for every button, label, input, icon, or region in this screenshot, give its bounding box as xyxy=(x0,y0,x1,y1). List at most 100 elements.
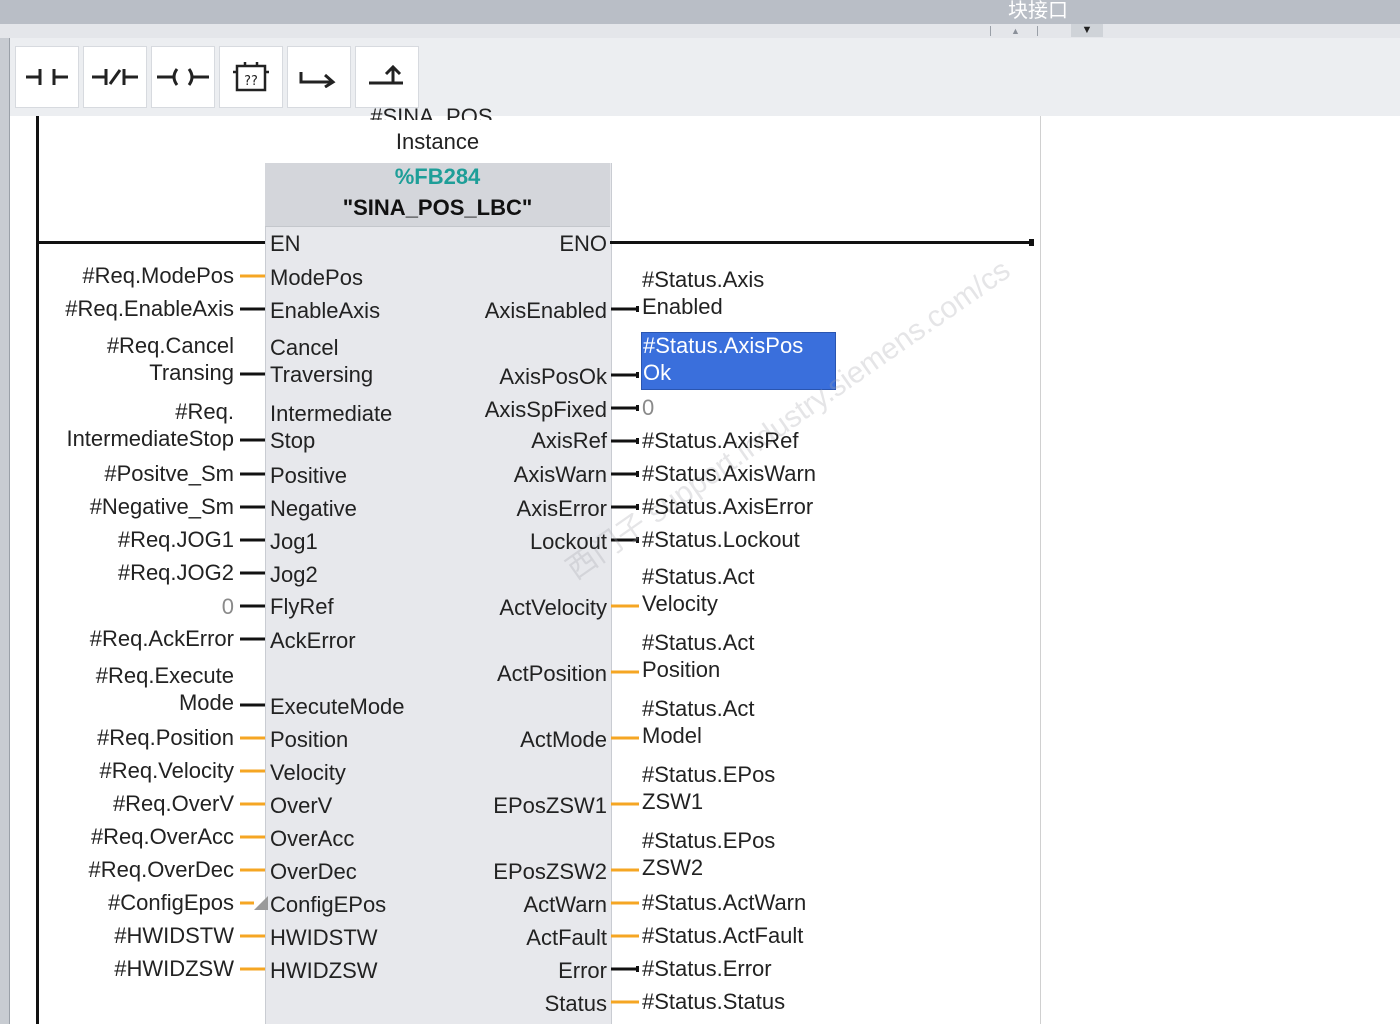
instance-db-label[interactable]: Instance xyxy=(265,129,610,155)
title-bar: 块接口 xyxy=(0,0,1400,24)
output-pin-label[interactable]: Status xyxy=(420,991,607,1017)
output-pin-label[interactable]: EPosZSW1 xyxy=(420,793,607,819)
input-pin-label[interactable]: Cancel xyxy=(270,335,338,361)
output-pin-label[interactable]: AxisRef xyxy=(420,428,607,454)
output-pin-label[interactable]: Error xyxy=(420,958,607,984)
input-operand[interactable]: 0 xyxy=(20,594,234,620)
output-operand[interactable]: #Status.Status xyxy=(642,989,785,1015)
output-operand[interactable]: #Status.Error xyxy=(642,956,772,982)
pin-en[interactable]: EN xyxy=(270,231,301,257)
input-pin-label[interactable]: Intermediate xyxy=(270,401,392,427)
input-pin-label[interactable]: Jog2 xyxy=(270,562,318,588)
output-operand[interactable]: #Status.AxisWarn xyxy=(642,461,816,487)
input-pin-label[interactable]: OverAcc xyxy=(270,826,354,852)
input-operand[interactable]: IntermediateStop xyxy=(20,426,234,452)
output-pin-label[interactable]: ActPosition xyxy=(420,661,607,687)
window-title: 块接口 xyxy=(1008,0,1068,22)
output-operand[interactable]: #Status.Lockout xyxy=(642,527,800,553)
input-operand[interactable]: #ConfigEpos xyxy=(20,890,234,916)
output-pin-label[interactable]: AxisSpFixed xyxy=(420,397,607,423)
input-operand[interactable]: #Req.EnableAxis xyxy=(20,296,234,322)
output-operand[interactable]: #Status.EPos xyxy=(642,762,775,788)
input-operand[interactable]: #Req.OverAcc xyxy=(20,824,234,850)
output-operand[interactable]: #Status.Act xyxy=(642,564,755,590)
output-pin-label[interactable]: Lockout xyxy=(420,529,607,555)
output-pin-label[interactable]: AxisWarn xyxy=(420,462,607,488)
input-operand[interactable]: #Negative_Sm xyxy=(20,494,234,520)
instance-db-label-top[interactable]: #SINA_POS_ xyxy=(265,104,610,120)
input-pin-label[interactable]: Velocity xyxy=(270,760,346,786)
empty-box-button[interactable]: ?? xyxy=(219,46,283,108)
input-pin-label[interactable]: Stop xyxy=(270,428,315,454)
output-operand[interactable]: Position xyxy=(642,657,720,683)
input-operand[interactable]: #Req.JOG2 xyxy=(20,560,234,586)
open-branch-button[interactable] xyxy=(287,46,351,108)
input-pin-label[interactable]: HWIDZSW xyxy=(270,958,378,984)
output-pin-label[interactable]: AxisError xyxy=(420,496,607,522)
output-operand[interactable]: ZSW2 xyxy=(642,855,703,881)
input-operand[interactable]: #Req.Velocity xyxy=(20,758,234,784)
output-operand[interactable]: ZSW1 xyxy=(642,789,703,815)
svg-text:??: ?? xyxy=(244,74,258,89)
splitter-strip[interactable]: ▲ ▼ xyxy=(0,24,1400,39)
input-pin-label[interactable]: FlyRef xyxy=(270,594,334,620)
output-operand[interactable]: #Status.AxisRef xyxy=(642,428,799,454)
output-pin-label[interactable]: ActVelocity xyxy=(420,595,607,621)
output-operand[interactable]: Enabled xyxy=(642,294,723,320)
input-pin-label[interactable]: AckError xyxy=(270,628,356,654)
output-operand[interactable]: #Status.Act xyxy=(642,630,755,656)
input-pin-label[interactable]: Traversing xyxy=(270,362,373,388)
open-branch-icon xyxy=(299,72,336,88)
input-operand[interactable]: #Req.OverV xyxy=(20,791,234,817)
output-operand[interactable]: #Status.ActWarn xyxy=(642,890,806,916)
output-operand[interactable]: #Status.Axis xyxy=(642,267,764,293)
output-operand[interactable]: #Status.Act xyxy=(642,696,755,722)
output-operand[interactable]: #Status.AxisError xyxy=(642,494,813,520)
input-operand[interactable]: #Req.Execute xyxy=(20,663,234,689)
fb-number[interactable]: %FB284 xyxy=(265,163,610,191)
output-operand[interactable]: Model xyxy=(642,723,702,749)
input-pin-label[interactable]: HWIDSTW xyxy=(270,925,378,951)
pin-eno[interactable]: ENO xyxy=(470,231,607,257)
operand-line2: Ok xyxy=(643,360,672,385)
input-operand[interactable]: #Positve_Sm xyxy=(20,461,234,487)
fb-name[interactable]: "SINA_POS_LBC" xyxy=(265,194,610,222)
output-operand[interactable]: #Status.EPos xyxy=(642,828,775,854)
input-operand[interactable]: Transing xyxy=(20,360,234,386)
normally-closed-contact-button[interactable] xyxy=(83,46,147,108)
expand-down-icon[interactable]: ▼ xyxy=(1071,24,1103,37)
input-pin-label[interactable]: Positive xyxy=(270,463,347,489)
input-pin-label[interactable]: OverDec xyxy=(270,859,357,885)
input-operand[interactable]: #Req.JOG1 xyxy=(20,527,234,553)
input-operand[interactable]: #Req.ModePos xyxy=(20,263,234,289)
input-pin-label[interactable]: Negative xyxy=(270,496,357,522)
input-pin-label[interactable]: ExecuteMode xyxy=(270,694,405,720)
input-operand[interactable]: #Req.AckError xyxy=(20,626,234,652)
close-branch-button[interactable] xyxy=(355,46,419,108)
output-pin-label[interactable]: ActMode xyxy=(420,727,607,753)
input-operand[interactable]: #Req. xyxy=(20,399,234,425)
input-operand[interactable]: #HWIDSTW xyxy=(20,923,234,949)
input-pin-label[interactable]: ConfigEPos xyxy=(270,892,386,918)
output-pin-label[interactable]: AxisPosOk xyxy=(420,364,607,390)
output-operand[interactable]: #Status.ActFault xyxy=(642,923,803,949)
coil-button[interactable] xyxy=(151,46,215,108)
output-pin-label[interactable]: ActWarn xyxy=(420,892,607,918)
output-pin-label[interactable]: ActFault xyxy=(420,925,607,951)
output-pin-label[interactable]: AxisEnabled xyxy=(420,298,607,324)
output-operand[interactable]: 0 xyxy=(642,395,654,421)
output-operand[interactable]: Velocity xyxy=(642,591,718,617)
input-operand[interactable]: #Req.OverDec xyxy=(20,857,234,883)
input-operand[interactable]: #HWIDZSW xyxy=(20,956,234,982)
input-pin-label[interactable]: ModePos xyxy=(270,265,363,291)
scroll-up-icon[interactable]: ▲ xyxy=(1011,26,1020,36)
input-pin-label[interactable]: OverV xyxy=(270,793,332,819)
input-operand[interactable]: #Req.Cancel xyxy=(20,333,234,359)
input-pin-label[interactable]: Position xyxy=(270,727,348,753)
output-pin-label[interactable]: EPosZSW2 xyxy=(420,859,607,885)
input-pin-label[interactable]: EnableAxis xyxy=(270,298,380,324)
input-operand[interactable]: #Req.Position xyxy=(20,725,234,751)
input-operand[interactable]: Mode xyxy=(20,690,234,716)
normally-open-contact-button[interactable] xyxy=(15,46,79,108)
input-pin-label[interactable]: Jog1 xyxy=(270,529,318,555)
